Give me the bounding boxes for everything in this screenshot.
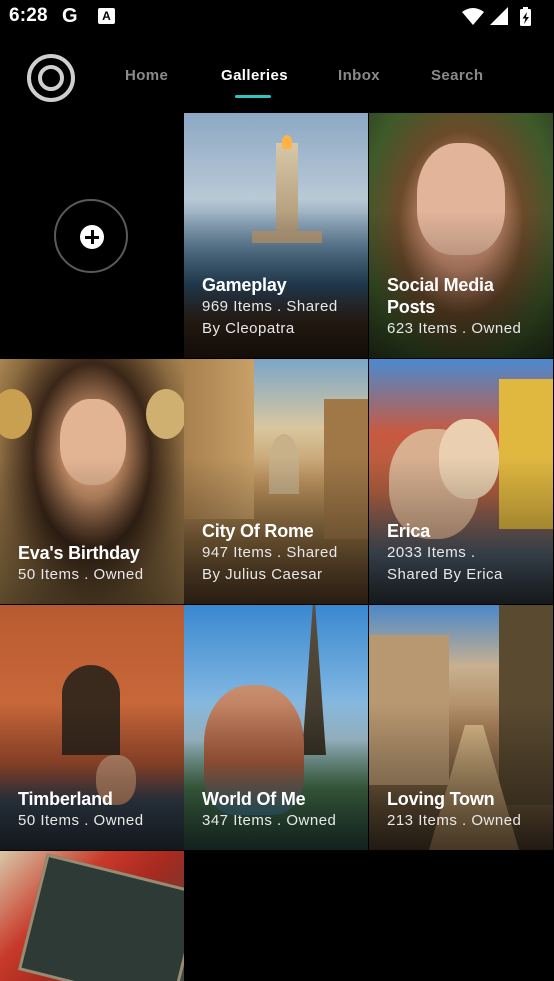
gallery-meta-owner: Shared By Erica [387,566,503,583]
top-nav: Home Galleries Inbox Search [0,40,554,112]
gallery-tile-erica[interactable]: Erica 2033 Items . Shared By Erica [369,359,553,604]
status-time: 6:28 [9,5,48,26]
gallery-title: City Of Rome [202,521,314,541]
gallery-meta: 347 Items . Owned [202,812,337,829]
gallery-title: Eva's Birthday [18,543,140,563]
gallery-caption: Eva's Birthday 50 Items . Owned [18,542,174,586]
add-gallery-button[interactable] [54,199,128,273]
gallery-meta: 623 Items . Owned [387,320,522,337]
gallery-title: Social Media [387,275,494,295]
gallery-tile-evas-birthday[interactable]: Eva's Birthday 50 Items . Owned [0,359,184,604]
gallery-title-line2: Posts [387,297,436,317]
gallery-meta: 213 Items . Owned [387,812,522,829]
app-logo-icon[interactable] [27,54,75,102]
gallery-tile-partial[interactable] [0,851,184,981]
signal-icon [490,7,508,25]
gallery-meta: 969 Items . Shared [202,298,338,315]
gallery-tile-city-of-rome[interactable]: City Of Rome 947 Items . Shared By Juliu… [184,359,368,604]
add-gallery-tile [0,113,184,358]
gallery-title: Loving Town [387,789,495,809]
status-icons [462,7,531,26]
gallery-tile-gameplay[interactable]: Gameplay 969 Items . Shared By Cleopatra [184,113,368,358]
gallery-tile-timberland[interactable]: Timberland 50 Items . Owned [0,605,184,850]
gallery-tile-social-media-posts[interactable]: Social Media Posts 623 Items . Owned [369,113,553,358]
status-bar: 6:28 G A [0,0,554,34]
gallery-caption: World Of Me 347 Items . Owned [202,788,358,832]
gallery-meta-owner: By Julius Caesar [202,566,323,583]
google-g-icon: G [62,5,78,27]
wifi-icon [462,8,484,25]
tab-home[interactable]: Home [125,67,168,84]
gallery-caption: City Of Rome 947 Items . Shared By Juliu… [202,520,358,586]
gallery-tile-loving-town[interactable]: Loving Town 213 Items . Owned [369,605,553,850]
gallery-meta: 50 Items . Owned [18,566,144,583]
gallery-caption: Erica 2033 Items . Shared By Erica [387,520,543,586]
gallery-caption: Timberland 50 Items . Owned [18,788,174,832]
gallery-title: Gameplay [202,275,287,295]
gallery-meta: 947 Items . Shared [202,544,338,561]
gallery-meta: 50 Items . Owned [18,812,144,829]
add-circle-icon [80,225,104,249]
gallery-caption: Loving Town 213 Items . Owned [387,788,543,832]
active-tab-indicator [235,95,271,98]
text-a-icon: A [98,8,115,24]
tab-inbox[interactable]: Inbox [338,67,380,84]
battery-charging-icon [520,7,531,26]
gallery-tile-world-of-me[interactable]: World Of Me 347 Items . Owned [184,605,368,850]
gallery-caption: Social Media Posts 623 Items . Owned [387,274,543,340]
gallery-title: Timberland [18,789,113,809]
tab-galleries[interactable]: Galleries [221,67,288,84]
tab-search[interactable]: Search [431,67,483,84]
gallery-title: World Of Me [202,789,306,809]
gallery-meta: 2033 Items . [387,544,476,561]
gallery-thumbnail [0,851,184,981]
gallery-meta-owner: By Cleopatra [202,320,295,337]
gallery-caption: Gameplay 969 Items . Shared By Cleopatra [202,274,358,340]
gallery-title: Erica [387,521,431,541]
